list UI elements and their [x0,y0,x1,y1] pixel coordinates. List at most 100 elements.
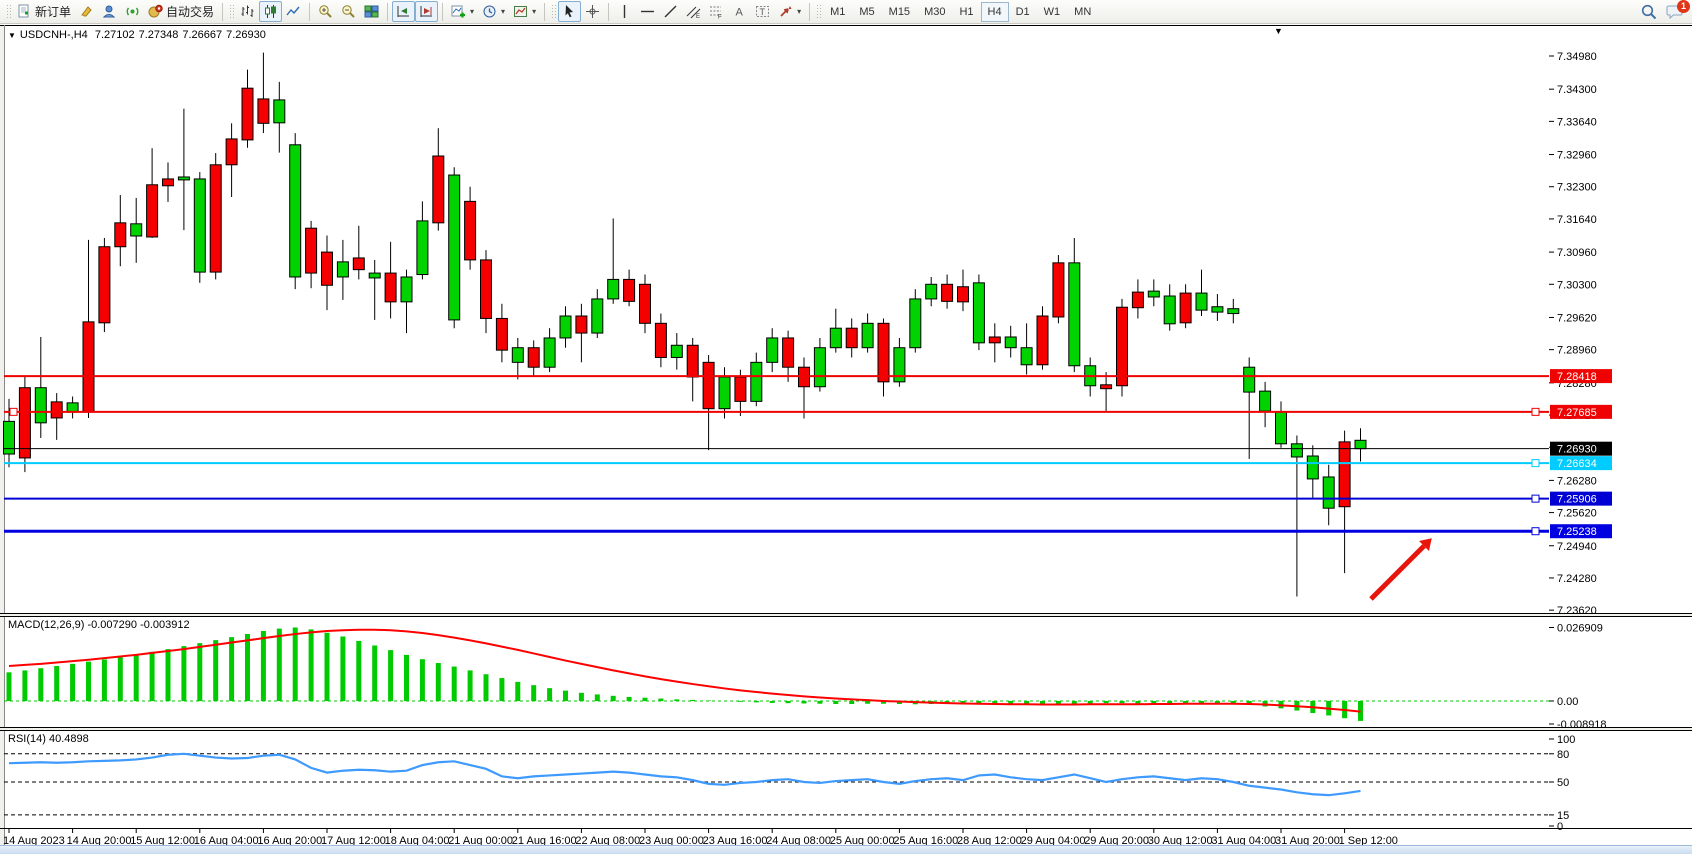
indicators-button[interactable]: ▾ [447,1,478,22]
cursor-button[interactable] [558,1,581,22]
candle-bullish [1196,293,1207,310]
profile-icon [102,4,117,19]
candle-bullish [1276,412,1287,444]
macd-axis-label: 0.00 [1557,696,1578,708]
arrows-button[interactable]: ▾ [774,1,805,22]
trendline-button[interactable] [659,1,682,22]
ohlc-close: 7.26930 [226,29,266,41]
candle-bearish [655,323,666,357]
candle-bearish [942,284,953,301]
text-label-button[interactable]: T [751,1,774,22]
channel-button[interactable]: E [682,1,705,22]
periods-button[interactable]: ▾ [478,1,509,22]
search-icon[interactable] [1640,3,1658,21]
zoom-in-icon [318,4,333,19]
timeframe-M15[interactable]: M15 [882,2,917,22]
ohlc-low: 7.26667 [182,29,222,41]
candle-bullish [926,284,937,299]
candle-bullish [814,348,825,387]
vertical-line-button[interactable] [613,1,636,22]
candle-bearish [147,185,158,237]
tile-windows-button[interactable] [360,1,383,22]
timeframe-M30[interactable]: M30 [917,2,952,22]
line-chart-button[interactable] [282,1,305,22]
price-badge-label: 7.26634 [1557,458,1597,470]
chart-canvas[interactable]: 7.349807.343007.336407.329607.323007.316… [0,25,1692,845]
chart-shift-button[interactable] [415,1,438,22]
candle-bearish [481,260,492,319]
auto-trading-button[interactable]: 自动交易 [144,1,218,22]
line-chart-icon [286,4,301,19]
chat-button[interactable]: 1 [1666,2,1686,22]
toolbar: 新订单 自动交易 ▾ [0,0,1692,24]
timeframe-M1[interactable]: M1 [823,2,852,22]
horizontal-line-button[interactable] [636,1,659,22]
candle-bullish [401,277,412,302]
timeframe-bar: M1M5M15M30H1H4D1W1MN [823,2,1098,22]
candle-bullish [560,316,571,338]
timeframe-D1[interactable]: D1 [1009,2,1037,22]
price-tick-label: 7.33640 [1557,116,1597,128]
profile-button[interactable] [98,1,121,22]
toolbar-grip[interactable] [6,4,11,20]
indicators-icon [451,4,466,19]
time-tick-label: 22 Aug 08:00 [575,835,640,845]
time-tick-label: 18 Aug 04:00 [385,835,450,845]
new-order-button[interactable]: 新订单 [13,1,75,22]
zoom-out-button[interactable] [337,1,360,22]
candle-bearish [989,337,1000,343]
candle-bullish [131,224,142,236]
timeframe-M5[interactable]: M5 [852,2,881,22]
toolbar-grip[interactable] [816,4,821,20]
chart-collapse-arrow[interactable]: ▼ [1274,26,1283,36]
price-badge-label: 7.25906 [1557,494,1597,506]
candlestick-chart-icon [263,4,278,19]
timeframe-H4[interactable]: H4 [981,2,1009,22]
timeframe-MN[interactable]: MN [1067,2,1098,22]
zoom-out-icon [341,4,356,19]
ohlc-high: 7.27348 [139,29,179,41]
candle-bullish [1307,456,1318,479]
toolbar-grip[interactable] [229,4,234,20]
symbol-dropdown-arrow[interactable]: ▼ [8,31,16,40]
highlight-button[interactable] [75,1,98,22]
horizontal-line-icon [640,4,655,19]
toolbar-separator [608,3,609,21]
text-button[interactable]: A [728,1,751,22]
timeframe-H1[interactable]: H1 [952,2,980,22]
timeframe-W1[interactable]: W1 [1037,2,1068,22]
candle-bullish [35,388,46,423]
candlestick-chart-button[interactable] [259,1,282,22]
candle-bearish [306,228,317,273]
candle-bearish [210,165,221,272]
auto-trading-label: 自动交易 [166,3,214,20]
macd-axis-label: -0.008918 [1557,719,1607,731]
time-tick-label: 14 Aug 20:00 [67,835,132,845]
templates-button[interactable]: ▾ [509,1,540,22]
fibonacci-button[interactable]: F [705,1,728,22]
time-tick-label: 28 Aug 12:00 [957,835,1022,845]
candle-bullish [417,221,428,275]
toolbar-separator [387,3,388,21]
time-tick-label: 31 Aug 04:00 [1211,835,1276,845]
zoom-in-button[interactable] [314,1,337,22]
toolbar-grip[interactable] [551,4,556,20]
signal-button[interactable] [121,1,144,22]
time-tick-label: 25 Aug 00:00 [830,835,895,845]
auto-scroll-button[interactable] [392,1,415,22]
chart-shift-icon [419,4,434,19]
candle-bullish [608,279,619,299]
candle-bullish [67,403,78,412]
new-order-label: 新订单 [35,3,71,20]
crosshair-button[interactable] [581,1,604,22]
candle-bullish [830,328,841,348]
price-tick-label: 7.29620 [1557,312,1597,324]
highlighter-icon [79,4,94,19]
candle-bearish [735,377,746,401]
crosshair-icon [585,4,600,19]
vertical-line-icon [617,4,632,19]
candle-bearish [385,273,396,302]
bar-chart-button[interactable] [236,1,259,22]
candle-bearish [353,258,364,270]
candle-bullish [671,345,682,357]
